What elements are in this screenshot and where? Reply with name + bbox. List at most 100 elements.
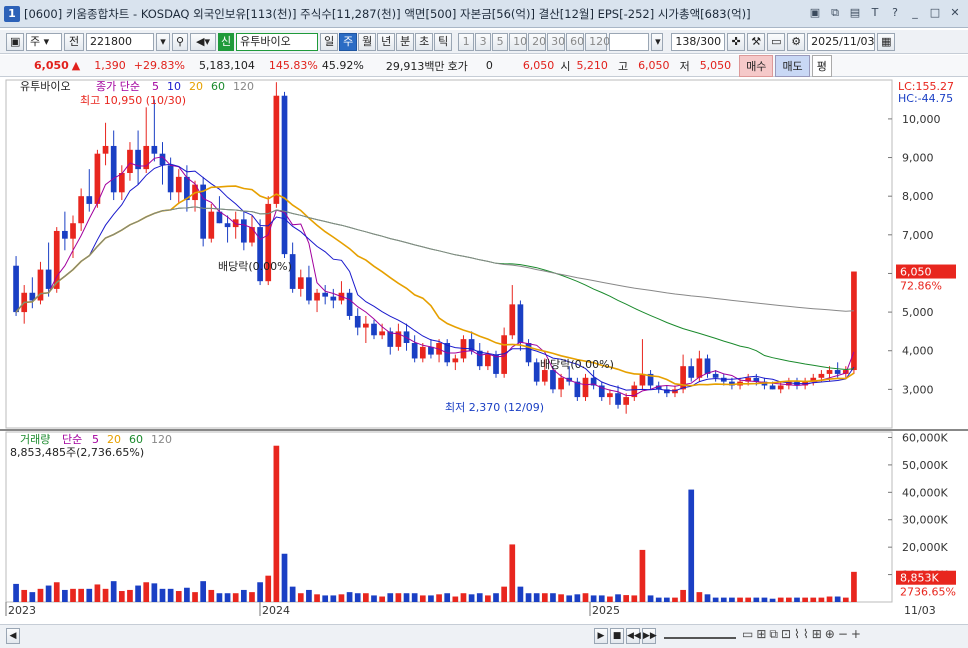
volume-bar-86 bbox=[712, 597, 719, 602]
calendar-icon[interactable]: ▦ bbox=[877, 32, 896, 51]
candle-body-7 bbox=[70, 223, 76, 239]
candle-body-64 bbox=[533, 362, 540, 382]
interval-button-20[interactable]: 20 bbox=[528, 32, 547, 51]
volume-bar-94 bbox=[777, 597, 784, 602]
volume-bar-76 bbox=[631, 595, 638, 602]
period-tab-6[interactable]: 틱 bbox=[434, 32, 453, 51]
volume-bar-61 bbox=[509, 544, 516, 602]
title-bar: 1 [0600] 키움종합차트 - KOSDAQ 외국인보유[113(천)] 주… bbox=[0, 0, 968, 28]
candle-body-19 bbox=[167, 165, 174, 193]
settings-icon[interactable]: ⚙ bbox=[787, 32, 806, 51]
search-icon[interactable]: ⚲ bbox=[172, 32, 188, 51]
all-button[interactable]: 전 bbox=[64, 32, 84, 51]
interval-dropdown-icon[interactable]: ▾ bbox=[651, 32, 664, 51]
interval-button-5[interactable]: 5 bbox=[492, 32, 509, 51]
price-legend-period-5: 5 bbox=[152, 80, 159, 93]
volume-bar-79 bbox=[655, 597, 662, 602]
interval-button-120[interactable]: 120 bbox=[585, 32, 610, 51]
volume-bar-73 bbox=[607, 596, 613, 602]
period-tab-1[interactable]: 주 bbox=[339, 32, 358, 51]
x-axis-last-date: 11/03 bbox=[904, 604, 936, 617]
interval-button-60[interactable]: 60 bbox=[566, 32, 585, 51]
volume-legend-ma-label: 단순 bbox=[62, 433, 82, 446]
volume-bar-92 bbox=[761, 597, 768, 602]
zoom-slider[interactable] bbox=[664, 633, 736, 639]
interval-button-10[interactable]: 10 bbox=[509, 32, 528, 51]
tile-icon[interactable]: ▤ bbox=[848, 6, 862, 20]
candle-body-73 bbox=[607, 393, 613, 398]
hoga-label: 호가 bbox=[447, 59, 468, 73]
buy-button[interactable]: 매수 bbox=[739, 54, 774, 77]
code-dropdown-icon[interactable]: ▾ bbox=[156, 32, 170, 51]
low-label: 저 bbox=[679, 59, 690, 73]
candle-body-4 bbox=[45, 269, 52, 289]
candle-body-101 bbox=[834, 370, 841, 374]
window-number-badge[interactable]: 1 bbox=[4, 5, 20, 22]
stock-name-field[interactable]: 유투바이오 bbox=[236, 32, 319, 51]
period-tab-3[interactable]: 년 bbox=[377, 32, 396, 51]
volume-bar-29 bbox=[249, 592, 255, 602]
volume-bar-16 bbox=[143, 582, 150, 602]
high-price: 6,050 bbox=[638, 59, 670, 72]
close-icon[interactable]: ✕ bbox=[948, 6, 962, 20]
scroll-left-button[interactable]: ◀ bbox=[6, 628, 20, 644]
layout-icon[interactable]: ▣ bbox=[6, 32, 24, 51]
volume-bar-1 bbox=[21, 589, 28, 602]
candle-body-26 bbox=[224, 223, 231, 228]
volume-bar-26 bbox=[224, 593, 231, 602]
volume-axis-label-1: 50,000K bbox=[902, 459, 948, 472]
scroll-right-button[interactable]: ▶ bbox=[594, 628, 608, 644]
volume-bar-70 bbox=[582, 593, 589, 602]
volume-bar-23 bbox=[200, 581, 207, 602]
copy-icon[interactable]: ⧉ bbox=[828, 6, 842, 20]
price-axis-label-2: 8,000 bbox=[902, 190, 934, 203]
volume-bar-35 bbox=[297, 593, 304, 602]
dividend-annotation-2: 배당락(0.00%) bbox=[540, 358, 614, 371]
rewind-button[interactable]: ◀◀ bbox=[626, 628, 641, 644]
interval-button-3[interactable]: 3 bbox=[475, 32, 492, 51]
candle-body-41 bbox=[346, 292, 353, 316]
volume-legend-period-60: 60 bbox=[129, 433, 143, 446]
save-icon[interactable]: ▭ bbox=[767, 32, 786, 51]
interval-input[interactable] bbox=[609, 32, 650, 51]
interval-button-1[interactable]: 1 bbox=[458, 32, 475, 51]
candle-body-14 bbox=[127, 149, 133, 173]
font-icon[interactable]: T bbox=[868, 6, 882, 20]
volume-bar-46 bbox=[387, 593, 394, 602]
interval-button-30[interactable]: 30 bbox=[547, 32, 566, 51]
volume-bar-93 bbox=[769, 598, 776, 602]
sound-icon[interactable]: ◀▾ bbox=[190, 32, 216, 51]
maximize-icon[interactable]: □ bbox=[928, 6, 942, 20]
chart-svg[interactable]: 10,0009,0008,0007,0006,0005,0004,0003,00… bbox=[0, 78, 968, 624]
volume-ratio: 145.83% bbox=[268, 59, 318, 72]
volume-bar-49 bbox=[411, 593, 418, 602]
candle-body-13 bbox=[118, 173, 125, 193]
volume-bar-65 bbox=[541, 593, 548, 602]
sell-button[interactable]: 매도 bbox=[775, 54, 810, 77]
candle-body-50 bbox=[419, 346, 426, 359]
help-icon[interactable]: ? bbox=[888, 6, 902, 20]
eval-button[interactable]: 평 bbox=[811, 54, 832, 77]
period-tab-4[interactable]: 분 bbox=[396, 32, 415, 51]
volume-bar-37 bbox=[314, 594, 320, 602]
crosshair-icon[interactable]: ✜ bbox=[727, 32, 746, 51]
stop-button[interactable]: ■ bbox=[610, 628, 624, 644]
period-tab-5[interactable]: 초 bbox=[415, 32, 434, 51]
minimize-icon[interactable]: _ bbox=[908, 6, 922, 20]
volume-bar-59 bbox=[493, 593, 499, 602]
link-icon[interactable]: ▣ bbox=[808, 6, 822, 20]
candle-body-85 bbox=[704, 358, 711, 374]
period-tab-0[interactable]: 일 bbox=[320, 32, 339, 51]
market-select[interactable]: 주 ▾ bbox=[26, 32, 62, 51]
tools-icon[interactable]: ⚒ bbox=[747, 32, 766, 51]
volume-axis-label-4: 20,000K bbox=[902, 541, 948, 554]
candle-body-49 bbox=[411, 343, 418, 359]
date-input[interactable]: 2025/11/03 bbox=[807, 32, 876, 51]
candle-count[interactable]: 138/300 bbox=[671, 32, 726, 51]
chart-area[interactable]: 10,0009,0008,0007,0006,0005,0004,0003,00… bbox=[0, 78, 968, 624]
period-tab-2[interactable]: 월 bbox=[358, 32, 377, 51]
drawing-tools[interactable]: ▭⊞⧉⊡⌇⌇⊞⊕−+ bbox=[742, 627, 864, 642]
forward-button[interactable]: ▶▶ bbox=[642, 628, 657, 644]
volume-bar-45 bbox=[379, 596, 385, 602]
stock-code-input[interactable]: 221800 bbox=[86, 32, 154, 51]
